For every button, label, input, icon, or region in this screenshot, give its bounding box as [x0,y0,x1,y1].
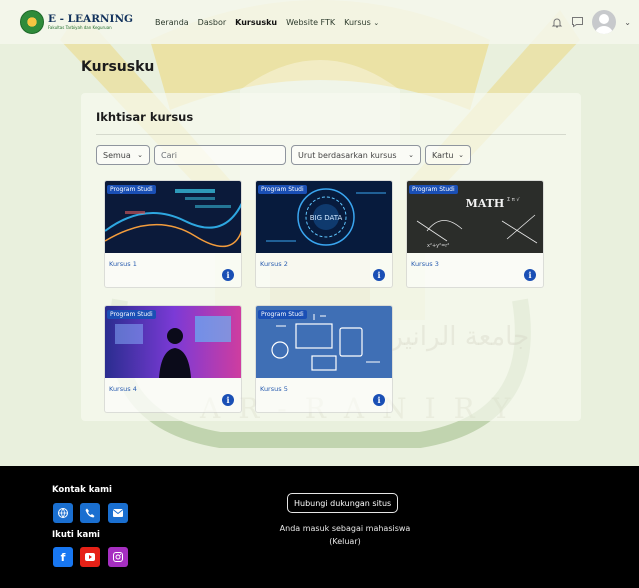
user-navigation: ⌄ [551,10,631,34]
view-mode-label: Kartu [432,150,454,160]
course-category-badge: Program Studi [258,310,307,319]
page-title: Kursusku [81,59,155,75]
svg-text:Σ π √: Σ π √ [507,197,520,203]
chat-icon[interactable] [571,16,584,28]
login-info-text: Anda masuk sebagai mahasiswa [279,524,411,533]
user-avatar-icon[interactable] [592,10,617,34]
follow-heading: Ikuti kami [52,530,100,540]
course-image[interactable]: Program Studi [256,306,392,378]
website-globe-icon[interactable] [53,503,73,523]
info-icon[interactable]: i [222,269,234,281]
email-icon[interactable] [108,503,128,523]
course-card[interactable]: Program Studi Kursus 1 i [104,180,242,288]
nav-item-kursus-dropdown[interactable]: Kursus ⌄ [344,18,379,27]
nav-item-kursusku[interactable]: Kursusku [235,18,277,27]
sort-label: Urut berdasarkan kursus [298,150,397,160]
bell-icon[interactable] [551,16,563,29]
grouping-filter-label: Semua [103,150,131,160]
nav-item-beranda[interactable]: Beranda [155,18,189,27]
course-card[interactable]: MATH x²+y²=r² Σ π √ Program Studi Kursus… [406,180,544,288]
course-overview-title: Ikhtisar kursus [96,110,194,124]
course-image[interactable]: BIG DATA Program Studi [256,181,392,253]
university-seal-icon [20,10,44,34]
view-mode-dropdown[interactable]: Kartu ⌄ [425,145,471,165]
phone-icon[interactable] [80,503,100,523]
course-image[interactable]: Program Studi [105,181,241,253]
instagram-icon[interactable] [108,547,128,567]
course-category-badge: Program Studi [258,185,307,194]
facebook-icon[interactable]: f [53,547,73,567]
primary-navigation: Beranda Dasbor Kursusku Website FTK Kurs… [155,18,379,27]
info-icon[interactable]: i [373,394,385,406]
course-category-badge: Program Studi [409,185,458,194]
contact-heading: Kontak kami [52,485,112,495]
chevron-down-icon: ⌄ [408,151,414,159]
svg-text:x²+y²=r²: x²+y²=r² [427,243,449,249]
nav-item-kursus-label: Kursus [344,17,371,27]
course-card[interactable]: Program Studi Kursus 4 i [104,305,242,413]
nav-item-website-ftk[interactable]: Website FTK [286,18,335,27]
course-card[interactable]: BIG DATA Program Studi Kursus 2 i [255,180,393,288]
top-navbar: E - LEARNING Fakultas Tarbiyah dan Kegur… [0,0,639,44]
course-image[interactable]: MATH x²+y²=r² Σ π √ Program Studi [407,181,543,253]
youtube-icon[interactable] [80,547,100,567]
info-icon[interactable]: i [222,394,234,406]
page-footer: Kontak kami Ikuti kami f Hubungi dukunga… [0,466,639,588]
course-card[interactable]: Program Studi Kursus 5 i [255,305,393,413]
chevron-down-icon: ⌄ [458,151,464,159]
contact-support-button[interactable]: Hubungi dukungan situs [287,493,399,513]
course-name-link[interactable]: Kursus 4 [109,385,137,393]
course-name-link[interactable]: Kursus 3 [411,260,439,268]
divider [96,134,566,135]
course-name-link[interactable]: Kursus 2 [260,260,288,268]
svg-text:BIG DATA: BIG DATA [310,214,343,222]
site-logo[interactable]: E - LEARNING Fakultas Tarbiyah dan Kegur… [20,10,133,34]
logo-subtitle: Fakultas Tarbiyah dan Keguruan [48,24,112,30]
logout-link[interactable]: (Keluar) [255,535,435,548]
logo-title: E - LEARNING [48,13,134,26]
user-menu-chevron-down-icon[interactable]: ⌄ [624,18,631,27]
login-info: Anda masuk sebagai mahasiswa (Keluar) [255,522,435,548]
course-name-link[interactable]: Kursus 1 [109,260,137,268]
course-overview-block: Ikhtisar kursus Semua ⌄ Urut berdasarkan… [81,93,581,421]
chevron-down-icon: ⌄ [137,151,143,159]
sort-dropdown[interactable]: Urut berdasarkan kursus ⌄ [291,145,421,165]
course-image[interactable]: Program Studi [105,306,241,378]
nav-item-dasbor[interactable]: Dasbor [198,18,227,27]
course-category-badge: Program Studi [107,185,156,194]
chevron-down-icon: ⌄ [373,18,380,27]
info-icon[interactable]: i [524,269,536,281]
svg-text:MATH: MATH [466,197,505,210]
grouping-filter-dropdown[interactable]: Semua ⌄ [96,145,150,165]
info-icon[interactable]: i [373,269,385,281]
course-category-badge: Program Studi [107,310,156,319]
search-input[interactable] [154,145,286,165]
course-name-link[interactable]: Kursus 5 [260,385,288,393]
